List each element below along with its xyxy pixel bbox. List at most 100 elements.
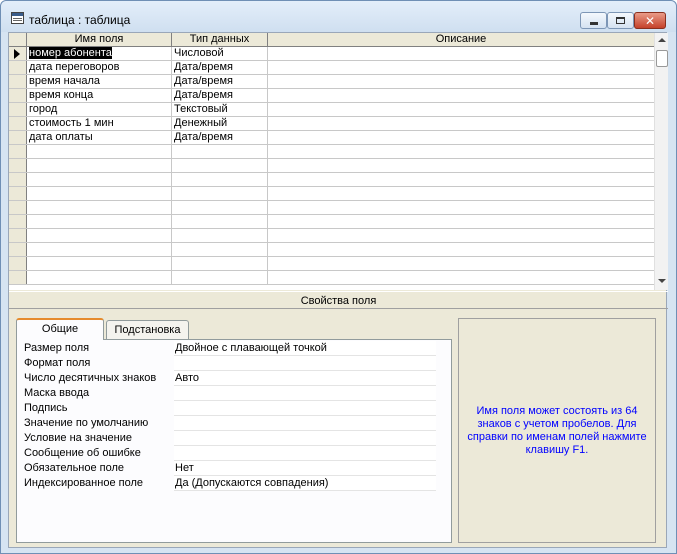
scroll-down-icon[interactable] xyxy=(658,279,666,283)
cell-description[interactable] xyxy=(268,89,654,102)
cell-description[interactable] xyxy=(268,201,654,214)
cell-data-type[interactable] xyxy=(172,271,268,284)
row-selector[interactable] xyxy=(9,173,27,186)
property-value-field[interactable] xyxy=(174,446,436,461)
cell-field-name[interactable] xyxy=(27,257,172,270)
property-value-field[interactable]: Авто xyxy=(174,371,436,386)
row-selector[interactable] xyxy=(9,215,27,228)
table-row[interactable]: номер абонента Числовой xyxy=(9,47,654,61)
cell-description[interactable] xyxy=(268,187,654,200)
table-row[interactable] xyxy=(9,243,654,257)
cell-field-name[interactable]: дата оплаты xyxy=(27,131,172,144)
cell-data-type[interactable]: Денежный xyxy=(172,117,268,130)
row-selector[interactable] xyxy=(9,145,27,158)
cell-description[interactable] xyxy=(268,103,654,116)
cell-description[interactable] xyxy=(268,173,654,186)
table-row[interactable]: дата оплаты Дата/время xyxy=(9,131,654,145)
cell-data-type[interactable] xyxy=(172,215,268,228)
scroll-thumb[interactable] xyxy=(656,50,668,67)
tab-lookup[interactable]: Подстановка xyxy=(106,320,189,340)
property-value-field[interactable] xyxy=(174,416,436,431)
table-row[interactable] xyxy=(9,215,654,229)
cell-field-name[interactable] xyxy=(27,243,172,256)
cell-data-type[interactable] xyxy=(172,229,268,242)
table-row[interactable] xyxy=(9,201,654,215)
cell-field-name[interactable]: время начала xyxy=(27,75,172,88)
cell-description[interactable] xyxy=(268,145,654,158)
title-bar[interactable]: таблица : таблица ✕ xyxy=(1,1,676,32)
close-button[interactable]: ✕ xyxy=(634,12,666,29)
property-value-field[interactable]: Нет xyxy=(174,461,436,476)
table-row[interactable] xyxy=(9,257,654,271)
cell-data-type[interactable]: Дата/время xyxy=(172,89,268,102)
cell-data-type[interactable] xyxy=(172,187,268,200)
cell-field-name[interactable]: дата переговоров xyxy=(27,61,172,74)
row-selector[interactable] xyxy=(9,131,27,144)
row-selector[interactable] xyxy=(9,61,27,74)
table-row[interactable] xyxy=(9,145,654,159)
row-selector[interactable] xyxy=(9,257,27,270)
cell-field-name[interactable] xyxy=(27,187,172,200)
cell-field-name[interactable]: время конца xyxy=(27,89,172,102)
table-row[interactable] xyxy=(9,159,654,173)
cell-data-type[interactable]: Дата/время xyxy=(172,75,268,88)
table-row[interactable]: дата переговоров Дата/время xyxy=(9,61,654,75)
property-value-field[interactable] xyxy=(174,401,436,416)
property-value-field[interactable] xyxy=(174,356,436,371)
row-selector[interactable] xyxy=(9,89,27,102)
cell-description[interactable] xyxy=(268,271,654,284)
cell-description[interactable] xyxy=(268,229,654,242)
cell-description[interactable] xyxy=(268,215,654,228)
cell-data-type[interactable]: Текстовый xyxy=(172,103,268,116)
property-value-field[interactable]: Двойное с плавающей точкой xyxy=(174,341,436,356)
vertical-scrollbar[interactable] xyxy=(654,33,668,290)
row-selector[interactable] xyxy=(9,75,27,88)
cell-field-name[interactable] xyxy=(27,271,172,284)
cell-description[interactable] xyxy=(268,117,654,130)
column-header-description[interactable]: Описание xyxy=(268,33,654,46)
row-selector[interactable] xyxy=(9,47,27,60)
cell-data-type[interactable] xyxy=(172,145,268,158)
cell-field-name[interactable]: номер абонента xyxy=(27,47,172,60)
cell-field-name[interactable] xyxy=(27,159,172,172)
cell-field-name[interactable] xyxy=(27,201,172,214)
table-row[interactable] xyxy=(9,173,654,187)
cell-description[interactable] xyxy=(268,47,654,60)
cell-description[interactable] xyxy=(268,61,654,74)
table-row[interactable] xyxy=(9,229,654,243)
maximize-button[interactable] xyxy=(607,12,634,29)
table-row[interactable]: время конца Дата/время xyxy=(9,89,654,103)
cell-field-name[interactable]: город xyxy=(27,103,172,116)
scroll-up-icon[interactable] xyxy=(658,38,666,42)
tab-general[interactable]: Общие xyxy=(16,318,104,340)
cell-data-type[interactable] xyxy=(172,159,268,172)
cell-field-name[interactable] xyxy=(27,229,172,242)
row-selector[interactable] xyxy=(9,229,27,242)
property-value-field[interactable] xyxy=(174,386,436,401)
property-value-field[interactable]: Да (Допускаются совпадения) xyxy=(174,476,436,491)
cell-description[interactable] xyxy=(268,131,654,144)
row-selector[interactable] xyxy=(9,271,27,284)
cell-field-name[interactable] xyxy=(27,173,172,186)
cell-field-name[interactable] xyxy=(27,145,172,158)
minimize-button[interactable] xyxy=(580,12,607,29)
cell-description[interactable] xyxy=(268,159,654,172)
table-row[interactable] xyxy=(9,187,654,201)
cell-description[interactable] xyxy=(268,75,654,88)
row-selector[interactable] xyxy=(9,117,27,130)
cell-data-type[interactable]: Дата/время xyxy=(172,61,268,74)
table-row[interactable]: город Текстовый xyxy=(9,103,654,117)
table-row[interactable]: стоимость 1 мин Денежный xyxy=(9,117,654,131)
row-selector[interactable] xyxy=(9,103,27,116)
cell-description[interactable] xyxy=(268,243,654,256)
column-header-field-name[interactable]: Имя поля xyxy=(27,33,172,46)
cell-field-name[interactable] xyxy=(27,215,172,228)
cell-data-type[interactable]: Дата/время xyxy=(172,131,268,144)
header-selector[interactable] xyxy=(9,33,27,46)
row-selector[interactable] xyxy=(9,187,27,200)
column-header-data-type[interactable]: Тип данных xyxy=(172,33,268,46)
cell-data-type[interactable]: Числовой xyxy=(172,47,268,60)
row-selector[interactable] xyxy=(9,159,27,172)
cell-data-type[interactable] xyxy=(172,257,268,270)
table-row[interactable] xyxy=(9,271,654,285)
